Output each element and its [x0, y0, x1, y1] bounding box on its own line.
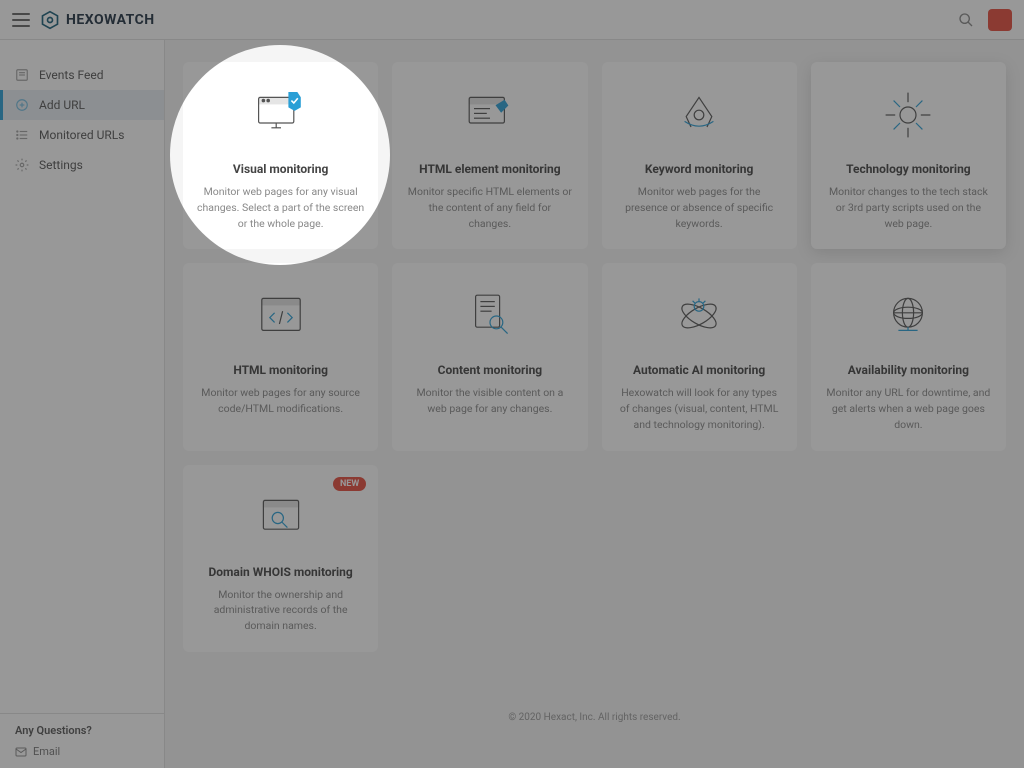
user-avatar[interactable]	[988, 9, 1012, 31]
card-desc: Monitor the ownership and administrative…	[197, 587, 364, 634]
card-desc: Monitor web pages for any visual changes…	[197, 184, 364, 231]
brand-text: HEXOWATCH	[66, 12, 155, 28]
card-availability[interactable]: Availability monitoring Monitor any URL …	[811, 263, 1006, 450]
nav: Events Feed Add URL Monitored URLs Setti…	[0, 40, 164, 713]
main: Visual monitoring Monitor web pages for …	[165, 40, 1024, 768]
sidebar-footer: Any Questions? Email	[0, 713, 164, 768]
card-desc: Monitor the visible content on a web pag…	[406, 385, 573, 417]
html-element-icon	[458, 80, 522, 150]
card-desc: Monitor web pages for the presence or ab…	[616, 184, 783, 231]
card-html[interactable]: HTML monitoring Monitor web pages for an…	[183, 263, 378, 450]
card-visual-monitoring[interactable]: Visual monitoring Monitor web pages for …	[183, 62, 378, 249]
nav-label: Settings	[39, 158, 83, 172]
search-icon[interactable]	[958, 12, 974, 28]
nav-label: Monitored URLs	[39, 128, 124, 142]
card-title: Technology monitoring	[846, 162, 971, 176]
card-whois[interactable]: NEW Domain WHOIS monitoring Monitor the …	[183, 465, 378, 652]
card-desc: Monitor changes to the tech stack or 3rd…	[825, 184, 992, 231]
card-title: HTML element monitoring	[419, 162, 560, 176]
card-content[interactable]: Content monitoring Monitor the visible c…	[392, 263, 587, 450]
header: HEXOWATCH	[0, 0, 1024, 40]
card-title: Keyword monitoring	[645, 162, 753, 176]
availability-icon	[876, 281, 940, 351]
email-link[interactable]: Email	[15, 745, 149, 758]
whois-icon	[249, 483, 313, 553]
list-icon	[15, 128, 29, 142]
sidebar-item-add-url[interactable]: Add URL	[0, 90, 164, 120]
card-desc: Hexowatch will look for any types of cha…	[616, 385, 783, 432]
visual-monitoring-icon	[249, 80, 313, 150]
brand-logo[interactable]: HEXOWATCH	[40, 10, 155, 30]
plus-icon	[15, 98, 29, 112]
menu-toggle[interactable]	[12, 13, 30, 27]
keyword-icon	[667, 80, 731, 150]
html-icon	[249, 281, 313, 351]
monitor-type-grid: Visual monitoring Monitor web pages for …	[183, 62, 1006, 652]
card-keyword[interactable]: Keyword monitoring Monitor web pages for…	[602, 62, 797, 249]
card-title: Content monitoring	[438, 363, 543, 377]
card-ai[interactable]: Automatic AI monitoring Hexowatch will l…	[602, 263, 797, 450]
card-title: HTML monitoring	[233, 363, 328, 377]
email-text: Email	[33, 745, 60, 758]
card-title: Visual monitoring	[233, 162, 328, 176]
card-title: Automatic AI monitoring	[633, 363, 765, 377]
technology-icon	[876, 80, 940, 150]
nav-label: Events Feed	[39, 68, 104, 82]
questions-label: Any Questions?	[15, 724, 149, 737]
new-badge: NEW	[333, 477, 366, 491]
nav-label: Add URL	[39, 98, 85, 112]
card-html-element[interactable]: HTML element monitoring Monitor specific…	[392, 62, 587, 249]
card-technology[interactable]: Technology monitoring Monitor changes to…	[811, 62, 1006, 249]
card-title: Availability monitoring	[848, 363, 969, 377]
sidebar-item-settings[interactable]: Settings	[0, 150, 164, 180]
feed-icon	[15, 68, 29, 82]
header-left: HEXOWATCH	[12, 10, 155, 30]
sidebar-item-events[interactable]: Events Feed	[0, 60, 164, 90]
card-desc: Monitor web pages for any source code/HT…	[197, 385, 364, 417]
mail-icon	[15, 746, 27, 758]
sidebar-item-monitored[interactable]: Monitored URLs	[0, 120, 164, 150]
ai-icon	[667, 281, 731, 351]
hexowatch-icon	[40, 10, 60, 30]
sidebar: Events Feed Add URL Monitored URLs Setti…	[0, 40, 165, 768]
gear-icon	[15, 158, 29, 172]
card-desc: Monitor specific HTML elements or the co…	[406, 184, 573, 231]
card-title: Domain WHOIS monitoring	[208, 565, 352, 579]
card-desc: Monitor any URL for downtime, and get al…	[825, 385, 992, 432]
header-right	[958, 9, 1012, 31]
content-icon	[458, 281, 522, 351]
copyright: © 2020 Hexact, Inc. All rights reserved.	[183, 712, 1006, 723]
